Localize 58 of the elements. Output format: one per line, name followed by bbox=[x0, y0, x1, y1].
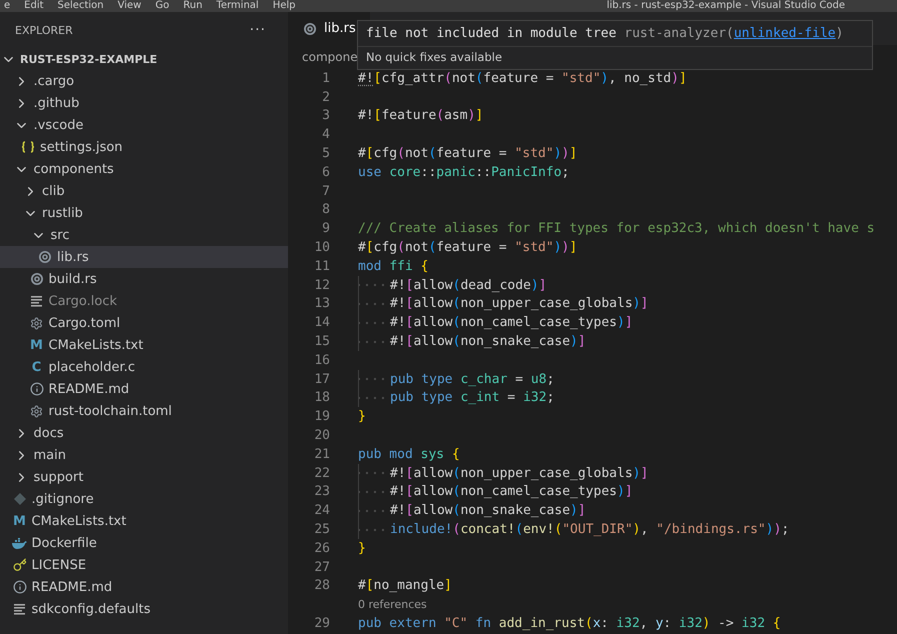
line-number: 5 bbox=[321, 146, 330, 162]
line-number: 13 bbox=[313, 296, 330, 312]
line-number: 10 bbox=[313, 240, 330, 256]
line-number: 23 bbox=[313, 484, 330, 500]
line-number: 14 bbox=[313, 315, 330, 330]
diagnostic-message: file not included in module tree rust-analyzer(unlinked-file) bbox=[358, 21, 872, 47]
code-line: mod ffi { bbox=[358, 258, 428, 274]
line-number: 27 bbox=[313, 560, 330, 575]
line-number: 25 bbox=[313, 522, 330, 538]
code-line: pub mod sys { bbox=[358, 446, 460, 462]
line-number: 15 bbox=[313, 334, 330, 350]
cmake-letter-icon: M bbox=[28, 338, 44, 352]
line-number: 21 bbox=[313, 446, 330, 462]
code-line: /// Create aliases for FFI types for esp32c3, which doesn't have s bbox=[358, 221, 875, 236]
line-number: 7 bbox=[321, 184, 330, 199]
line-number: 1 bbox=[321, 70, 330, 86]
line-number: 2 bbox=[321, 90, 330, 105]
code-line: pub type c_char = u8; bbox=[390, 372, 554, 387]
line-number: 11 bbox=[313, 258, 330, 274]
c-letter-icon: C bbox=[28, 360, 44, 374]
code-line: #![allow(non_upper_case_globals)] bbox=[390, 466, 648, 481]
line-number: 22 bbox=[313, 466, 330, 481]
line-number: 3 bbox=[321, 108, 330, 124]
line-number: 8 bbox=[321, 202, 330, 218]
quick-fix-status: No quick fixes available bbox=[365, 49, 504, 66]
cmake-letter-icon: M bbox=[12, 514, 28, 528]
code-line: #![allow(non_upper_case_globals)] bbox=[390, 296, 648, 312]
line-number: 17 bbox=[313, 372, 330, 387]
line-number: 26 bbox=[313, 540, 330, 556]
code-line: #![allow(dead_code)] bbox=[390, 278, 547, 293]
code-line: } bbox=[358, 409, 366, 424]
code-line: pub extern "C" fn add_in_rust(x: i32, y: i32) -> i32 { bbox=[358, 616, 781, 631]
code-line: #![allow(non_snake_case)] bbox=[390, 503, 586, 518]
line-number: 20 bbox=[313, 428, 330, 444]
code-line: #![allow(non_camel_case_types)] bbox=[390, 484, 633, 500]
code-line: #![allow(non_camel_case_types)] bbox=[390, 315, 633, 330]
code-line: #[cfg(not(feature = "std"))] bbox=[358, 146, 578, 162]
code-line: #![allow(non_snake_case)] bbox=[390, 334, 586, 350]
line-number: 19 bbox=[313, 409, 330, 424]
line-number: 9 bbox=[321, 221, 330, 236]
line-number: 4 bbox=[321, 127, 330, 142]
code-line: use core::panic::PanicInfo; bbox=[358, 164, 570, 180]
code-line: #![feature(asm)] bbox=[358, 108, 484, 124]
line-number: 16 bbox=[313, 352, 330, 368]
code-line: #[no_mangle] bbox=[358, 578, 452, 594]
code-line: include!(concat!(env!("OUT_DIR"), "/bindings.rs")); bbox=[390, 522, 790, 538]
window-title: lib.rs - rust-esp32-example - Visual Studio Code bbox=[606, 0, 845, 12]
code-line: pub type c_int = i32; bbox=[390, 390, 554, 406]
line-number: 28 bbox=[313, 578, 330, 594]
code-line: #![cfg_attr(not(feature = "std"), no_std)] bbox=[358, 70, 687, 86]
line-number: 18 bbox=[313, 390, 330, 406]
code-line: } bbox=[358, 540, 366, 556]
line-number: 12 bbox=[313, 278, 330, 293]
line-number: 29 bbox=[313, 616, 330, 631]
code-line: #[cfg(not(feature = "std"))] bbox=[358, 240, 578, 256]
line-number: 6 bbox=[321, 164, 330, 180]
line-number: 24 bbox=[313, 503, 330, 518]
sidebar-title: EXPLORER bbox=[15, 24, 73, 36]
